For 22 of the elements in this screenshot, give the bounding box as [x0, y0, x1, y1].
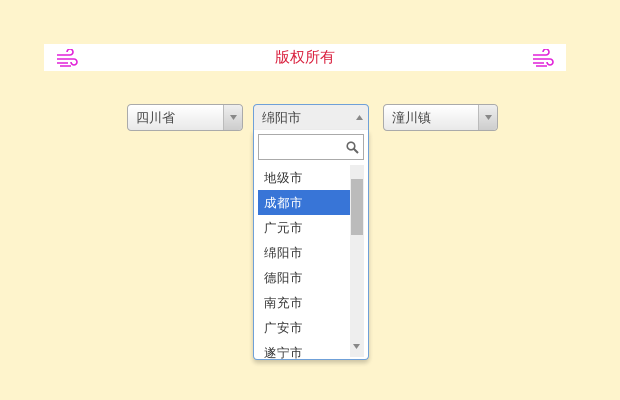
- banner-title: 版权所有: [275, 48, 335, 67]
- wind-icon: [56, 48, 78, 66]
- option-item[interactable]: 广安市: [258, 315, 350, 340]
- wind-icon: [532, 48, 554, 66]
- scrollbar-thumb[interactable]: [351, 179, 363, 235]
- dropdown-select[interactable]: 绵阳市: [253, 104, 369, 131]
- caret-down-icon: [230, 115, 236, 120]
- option-item[interactable]: 广元市: [258, 215, 350, 240]
- option-item[interactable]: 成都市: [258, 190, 350, 215]
- scroll-down-icon: [353, 344, 360, 349]
- search-icon: [346, 140, 359, 154]
- option-item[interactable]: 绵阳市: [258, 240, 350, 265]
- dropdown-select[interactable]: 四川省: [127, 104, 243, 131]
- option-item[interactable]: 南充市: [258, 290, 350, 315]
- option-item[interactable]: 德阳市: [258, 265, 350, 290]
- scrollbar[interactable]: [350, 165, 364, 357]
- option-item[interactable]: 地级市: [258, 165, 350, 190]
- caret-up-icon: [356, 115, 362, 120]
- caret-down-icon: [484, 115, 492, 120]
- option-item[interactable]: 遂宁市: [258, 340, 350, 359]
- dropdown-select[interactable]: 潼川镇: [383, 104, 498, 131]
- search-field[interactable]: [258, 134, 364, 160]
